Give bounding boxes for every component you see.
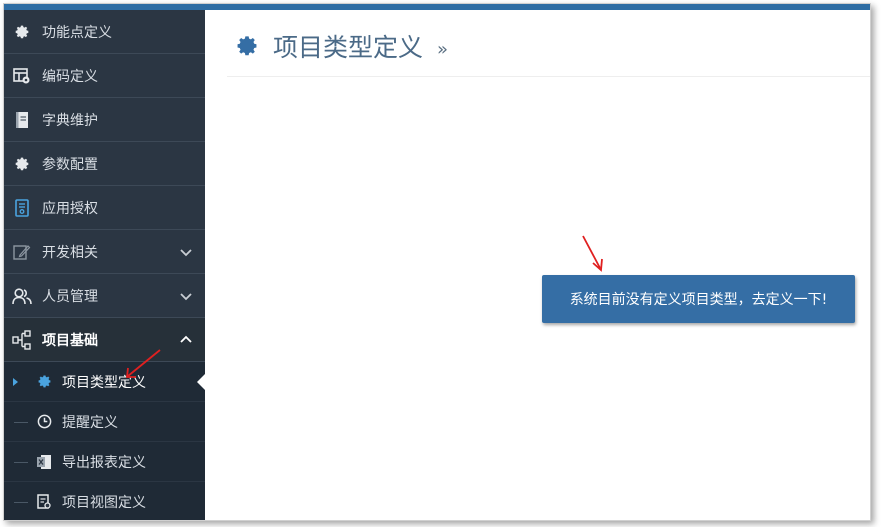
sidebar-item-dictionary[interactable]: 字典维护: [4, 98, 205, 142]
gear-icon: [12, 154, 32, 174]
sidebar-item-feature-points[interactable]: 功能点定义: [4, 10, 205, 54]
submenu-item-label: 导出报表定义: [62, 454, 146, 471]
sidebar: 功能点定义 编码定义 字典维护 参数配置 应用授权 开发相关 人员管理 项目基础…: [4, 10, 206, 520]
page-title: 项目类型定义 »: [235, 28, 448, 64]
users-icon: [12, 286, 32, 306]
document-key-icon: [12, 198, 32, 218]
active-bullet-icon: [13, 378, 18, 386]
chevron-down-icon[interactable]: [179, 289, 193, 303]
submenu-item-reminder[interactable]: 提醒定义: [4, 402, 205, 442]
annotation-arrow-icon: [582, 235, 603, 272]
sidebar-item-label: 人员管理: [42, 288, 98, 305]
chevron-up-icon[interactable]: [179, 333, 193, 347]
sidebar-item-label: 开发相关: [42, 244, 98, 261]
clock-icon: [36, 414, 52, 430]
submenu-item-label: 提醒定义: [62, 414, 118, 431]
submenu-item-project-view[interactable]: 项目视图定义: [4, 482, 205, 520]
view-icon: [36, 493, 52, 510]
tree-line: [14, 502, 28, 503]
sidebar-item-app-authorization[interactable]: 应用授权: [4, 186, 205, 230]
tree-line: [14, 422, 28, 423]
grid-gear-icon: [12, 66, 32, 86]
gear-icon: [235, 34, 259, 58]
project-basics-submenu: 项目类型定义 提醒定义 导出报表定义 项目视图定义: [4, 362, 206, 520]
sidebar-item-label: 字典维护: [42, 112, 98, 129]
gear-icon: [36, 374, 52, 390]
sidebar-item-label: 编码定义: [42, 68, 98, 85]
main-content: 项目类型定义 » 系统目前没有定义项目类型，去定义一下!: [205, 10, 870, 520]
sidebar-item-code-definition[interactable]: 编码定义: [4, 54, 205, 98]
sidebar-item-label: 应用授权: [42, 200, 98, 217]
excel-icon: [36, 454, 52, 470]
notice-text: 系统目前没有定义项目类型，去定义一下!: [569, 292, 828, 308]
submenu-item-project-type[interactable]: 项目类型定义: [4, 362, 206, 402]
submenu-item-export-report[interactable]: 导出报表定义: [4, 442, 205, 482]
sidebar-item-personnel[interactable]: 人员管理: [4, 274, 205, 318]
gear-icon: [12, 22, 32, 42]
chevron-down-icon[interactable]: [179, 245, 193, 259]
sidebar-item-parameters[interactable]: 参数配置: [4, 142, 205, 186]
submenu-item-label: 项目视图定义: [62, 494, 146, 511]
sidebar-item-project-basics[interactable]: 项目基础: [4, 318, 205, 362]
tree-line: [14, 462, 28, 463]
sidebar-item-label: 参数配置: [42, 156, 98, 173]
breadcrumb-separator: »: [437, 38, 449, 60]
sidebar-item-label: 功能点定义: [42, 24, 112, 41]
sidebar-item-development[interactable]: 开发相关: [4, 230, 205, 274]
define-project-type-button[interactable]: 系统目前没有定义项目类型，去定义一下!: [542, 275, 855, 323]
app-window: 功能点定义 编码定义 字典维护 参数配置 应用授权 开发相关 人员管理 项目基础…: [3, 3, 871, 521]
book-icon: [12, 110, 32, 130]
annotation-arrow-icon: [125, 349, 161, 378]
page-title-text: 项目类型定义: [273, 33, 424, 62]
edit-icon: [12, 242, 32, 262]
title-divider: [227, 76, 870, 77]
sitemap-icon: [12, 329, 32, 350]
